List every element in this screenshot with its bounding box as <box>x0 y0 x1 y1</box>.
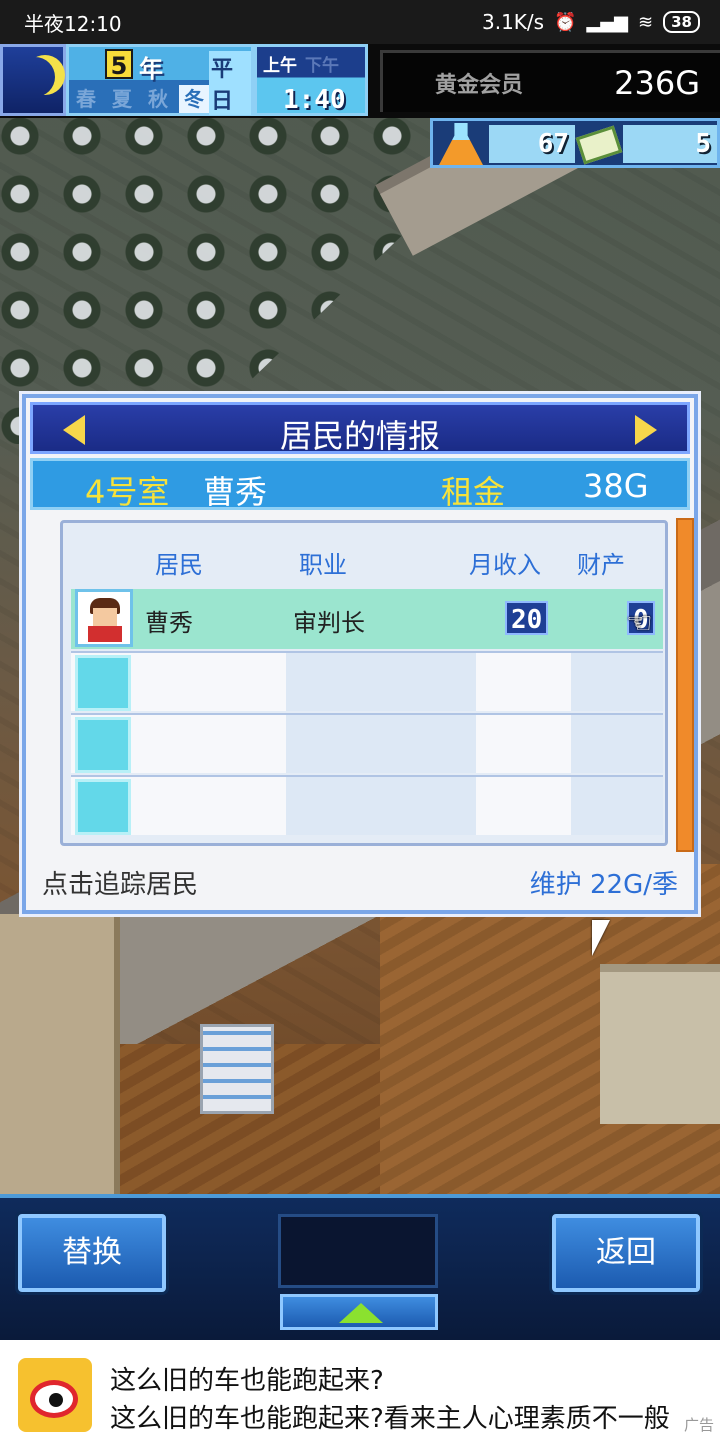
table-row[interactable] <box>71 775 663 835</box>
ad-title: 这么旧的车也能跑起来? <box>110 1366 384 1396</box>
pm-label: 下午 <box>305 56 339 76</box>
table-row[interactable] <box>71 713 663 773</box>
avatar-body <box>88 626 122 642</box>
rent-label: 租金 <box>441 473 506 511</box>
resident-name: 曹秀 <box>145 609 193 637</box>
resident-table: 居民 职业 月收入 财产 曹秀 审判长 20 0 <box>60 520 668 846</box>
col-assets: 财产 <box>577 551 625 579</box>
am-label: 上午 <box>263 56 297 76</box>
room-number: 4号室 <box>85 473 170 511</box>
replace-button[interactable]: 替换 <box>18 1214 166 1292</box>
col-resident: 居民 <box>155 551 203 579</box>
weibo-eye <box>30 1380 78 1418</box>
season-list: 春 夏 秋 冬 <box>71 85 209 113</box>
weibo-logo-icon <box>18 1358 92 1432</box>
research-flask-icon <box>439 123 483 165</box>
ad-banner[interactable]: 这么旧的车也能跑起来? 这么旧的车也能跑起来?看来主人心理素质不一般 广告 <box>0 1340 720 1440</box>
game-clock: 1:40 <box>283 85 346 115</box>
year-number: 5 <box>105 49 133 80</box>
maintenance-cost: 维护 22G/季 <box>529 870 678 900</box>
table-row[interactable]: 曹秀 审判长 20 0 <box>71 589 663 649</box>
back-button[interactable]: 返回 <box>552 1214 700 1292</box>
room-wall-left <box>0 914 120 1194</box>
season-winter: 冬 <box>179 85 209 113</box>
scrollbar[interactable] <box>676 518 694 852</box>
ticket-icon <box>575 125 623 165</box>
status-time: 半夜12:10 <box>24 11 122 36</box>
track-resident-hint[interactable]: 点击追踪居民 <box>42 864 198 901</box>
moon-icon <box>15 57 55 97</box>
research-points: 67 <box>489 125 575 163</box>
calendar-box: 5 年 平日 春 夏 秋 冬 <box>66 44 254 116</box>
pointing-hand-icon: ☜ <box>626 606 653 641</box>
resident-income: 20 <box>505 601 549 635</box>
ticket-count: 5 <box>623 125 717 163</box>
ampm-indicator: 上午 下午 <box>263 51 339 76</box>
vending-shelf <box>200 1024 274 1114</box>
dialog-header: 居民的情报 <box>30 402 690 455</box>
money-display: 黄金会员 236G <box>380 50 720 112</box>
rent-value: 38G <box>583 467 649 505</box>
ad-subtitle: 这么旧的车也能跑起来?看来主人心理素质不一般 <box>110 1404 670 1434</box>
next-arrow-icon[interactable] <box>635 415 657 445</box>
empty-slot <box>75 717 131 773</box>
room-wall-right <box>600 964 720 1124</box>
member-rank: 黄金会员 <box>435 72 524 98</box>
col-job: 职业 <box>299 551 347 579</box>
pointer-cursor-icon <box>592 920 610 956</box>
empty-slot <box>75 779 131 835</box>
weekday-label: 平日 <box>209 51 251 115</box>
alarm-icon: ⏰ <box>554 11 577 33</box>
weibo-pupil <box>49 1393 63 1407</box>
resource-bar: 67 5 <box>430 118 720 168</box>
table-row[interactable] <box>71 651 663 711</box>
room-info-bar: 4号室 曹秀 租金 38G <box>30 458 690 511</box>
net-speed: 3.1K/s <box>481 10 545 34</box>
year-label: 年 <box>139 55 163 83</box>
season-spring: 春 <box>76 87 96 111</box>
empty-slot <box>75 655 131 711</box>
status-icons: 3.1K/s ⏰ ▂▄▆ ≋ 38 <box>482 10 700 34</box>
center-display <box>278 1214 438 1288</box>
season-summer: 夏 <box>112 87 132 111</box>
battery-indicator: 38 <box>663 11 700 33</box>
signal-icon: ▂▄▆ <box>586 11 629 33</box>
wifi-icon: ≋ <box>638 11 654 33</box>
tenant-name: 曹秀 <box>203 473 268 511</box>
dialog-title: 居民的情报 <box>279 417 440 455</box>
night-indicator <box>0 44 66 116</box>
resident-job: 审判长 <box>293 609 365 637</box>
avatar <box>75 589 133 647</box>
expand-up-button[interactable] <box>280 1294 438 1330</box>
col-income: 月收入 <box>469 551 541 579</box>
ad-tag: 广告 <box>683 1416 714 1434</box>
status-bar: 半夜12:10 3.1K/s ⏰ ▂▄▆ ≋ 38 <box>0 0 720 44</box>
resident-info-dialog: 居民的情报 4号室 曹秀 租金 38G 居民 职业 月收入 财产 曹秀 审判长 … <box>22 394 698 914</box>
season-autumn: 秋 <box>148 87 168 111</box>
avatar-face <box>93 608 117 626</box>
money-value: 236G <box>614 63 700 102</box>
clock-box: 上午 下午 1:40 <box>254 44 368 116</box>
up-arrow-icon <box>339 1303 383 1323</box>
